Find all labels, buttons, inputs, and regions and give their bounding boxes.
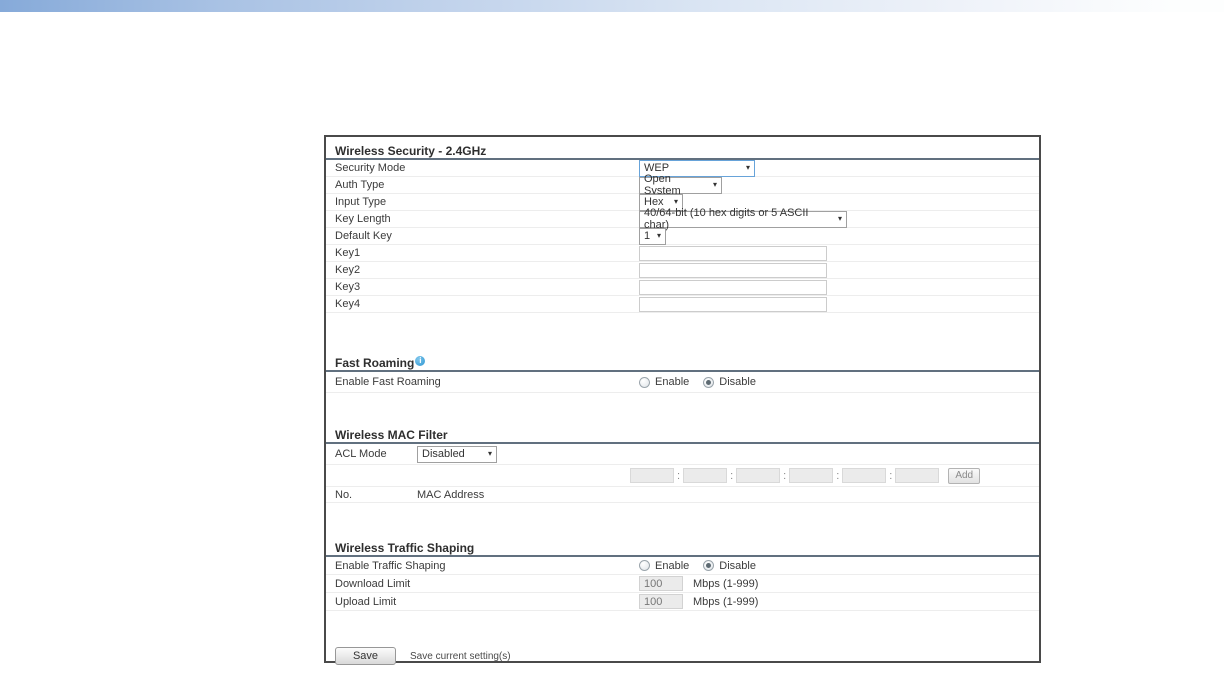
default-key-value: 1	[644, 230, 651, 242]
acl-mode-value: Disabled	[422, 448, 465, 460]
acl-mode-label: ACL Mode	[335, 448, 387, 460]
page: Wireless Security - 2.4GHz Security Mode…	[0, 0, 1224, 673]
row-upload-limit: Upload Limit Mbps (1-999)	[326, 593, 1039, 611]
default-key-label: Default Key	[335, 230, 392, 242]
row-key4: Key4	[326, 296, 1039, 313]
key-length-select[interactable]: 40/64-bit (10 hex digits or 5 ASCII char…	[639, 207, 847, 231]
chevron-down-icon: ▾	[745, 163, 750, 172]
traffic-shaping-disable-radio[interactable]	[703, 560, 715, 571]
info-icon[interactable]: i	[415, 356, 426, 366]
input-type-label: Input Type	[335, 196, 387, 208]
key-length-label: Key Length	[335, 213, 391, 225]
mac-octet-input-5[interactable]	[842, 468, 887, 483]
row-key3: Key3	[326, 279, 1039, 296]
mac-separator: :	[677, 469, 681, 482]
key2-label: Key2	[335, 264, 361, 276]
mac-table-col-mac: MAC Address	[417, 488, 485, 501]
fast-roaming-enable-option-label: Enable	[655, 376, 690, 388]
mac-separator: :	[889, 469, 893, 482]
mac-octet-input-1[interactable]	[630, 468, 674, 483]
row-mac-entry: : : : : : Add	[326, 465, 1039, 487]
row-acl-mode: ACL Mode Disabled ▾	[326, 444, 1039, 465]
row-download-limit: Download Limit Mbps (1-999)	[326, 575, 1039, 593]
chevron-down-icon: ▾	[712, 180, 717, 189]
enable-traffic-shaping-label: Enable Traffic Shaping	[335, 559, 446, 572]
key3-label: Key3	[335, 281, 361, 293]
chevron-down-icon: ▾	[656, 231, 661, 240]
fast-roaming-disable-option-label: Disable	[719, 376, 756, 388]
mac-table-col-no: No.	[335, 488, 353, 501]
row-save: Save Save current setting(s)	[326, 647, 1039, 665]
security-mode-label: Security Mode	[335, 162, 406, 174]
key2-input[interactable]	[639, 262, 827, 278]
auth-type-label: Auth Type	[335, 179, 385, 191]
enable-fast-roaming-label: Enable Fast Roaming	[335, 376, 441, 388]
section-title-fast-roaming: Fast Roaming i	[326, 349, 1039, 370]
auth-type-select[interactable]: Open System ▾	[639, 173, 722, 197]
traffic-shaping-disable-option-label: Disable	[719, 559, 756, 572]
fast-roaming-enable-radio[interactable]	[639, 376, 650, 388]
section-title-traffic-shaping: Wireless Traffic Shaping	[335, 541, 475, 555]
mac-octet-input-6[interactable]	[895, 468, 940, 483]
row-key-length: Key Length 40/64-bit (10 hex digits or 5…	[326, 207, 1039, 231]
section-title-mac-filter: Wireless MAC Filter	[335, 428, 448, 442]
chevron-down-icon: ▾	[837, 214, 842, 223]
mac-octet-input-2[interactable]	[683, 468, 728, 483]
chevron-down-icon: ▾	[487, 449, 492, 458]
download-limit-label: Download Limit	[335, 577, 411, 590]
row-default-key: Default Key 1 ▾	[326, 227, 1039, 245]
upload-limit-input[interactable]	[639, 594, 683, 609]
download-limit-input[interactable]	[639, 576, 683, 591]
top-gradient-bar	[0, 0, 1224, 12]
upload-limit-label: Upload Limit	[335, 595, 397, 608]
upload-limit-unit: Mbps (1-999)	[693, 595, 759, 608]
key4-label: Key4	[335, 298, 361, 310]
download-limit-unit: Mbps (1-999)	[693, 577, 759, 590]
fast-roaming-disable-radio[interactable]	[703, 376, 715, 388]
row-key1: Key1	[326, 245, 1039, 262]
key3-input[interactable]	[639, 279, 827, 295]
row-enable-fast-roaming: Enable Fast Roaming Enable Disable	[326, 372, 1039, 393]
mac-octet-input-3[interactable]	[736, 468, 781, 483]
chevron-down-icon: ▾	[673, 197, 678, 206]
traffic-shaping-enable-radio[interactable]	[639, 560, 650, 571]
key1-input[interactable]	[639, 245, 827, 261]
save-note: Save current setting(s)	[410, 650, 511, 662]
traffic-shaping-enable-option-label: Enable	[655, 559, 690, 572]
key4-input[interactable]	[639, 296, 827, 312]
fast-roaming-title: Fast Roaming	[335, 356, 415, 370]
row-mac-table-header: No. MAC Address	[326, 487, 1039, 503]
key1-label: Key1	[335, 247, 361, 259]
default-key-select[interactable]: 1 ▾	[639, 227, 666, 245]
row-enable-traffic-shaping: Enable Traffic Shaping Enable Disable	[326, 557, 1039, 575]
section-title-wireless-security: Wireless Security - 2.4GHz	[335, 144, 487, 158]
mac-separator: :	[730, 469, 734, 482]
mac-octet-input-4[interactable]	[789, 468, 834, 483]
row-key2: Key2	[326, 262, 1039, 279]
save-button[interactable]: Save	[335, 647, 396, 665]
add-mac-button[interactable]: Add	[948, 467, 981, 484]
mac-separator: :	[783, 469, 787, 482]
acl-mode-select[interactable]: Disabled ▾	[417, 445, 497, 463]
row-auth-type: Auth Type Open System ▾	[326, 173, 1039, 197]
settings-panel: Wireless Security - 2.4GHz Security Mode…	[324, 135, 1041, 665]
mac-separator: :	[836, 469, 840, 482]
